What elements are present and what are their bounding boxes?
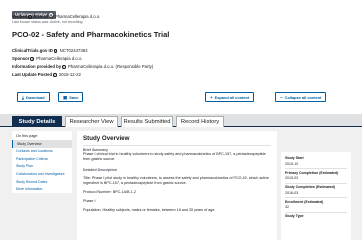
- fact-label-enrollment: Enrollment (Estimated): [285, 199, 324, 204]
- last-update-label: Last Update Posted: [12, 72, 53, 77]
- download-icon: ⤓: [22, 95, 24, 100]
- verified-label: Verified: [12, 14, 28, 19]
- sidenav-item-record-dates[interactable]: Study Record Dates: [12, 178, 72, 186]
- sidenav-header: On this page: [16, 134, 38, 138]
- tab-study-details[interactable]: Study Details: [12, 115, 62, 127]
- population-text: Population: Healthy subjects, males or f…: [83, 207, 216, 212]
- sponsor-label: Sponsor: [12, 56, 30, 61]
- fact-label-study-type: Study Type: [285, 214, 304, 218]
- sponsor-info-icon[interactable]: i: [30, 57, 35, 61]
- collapse-all-button[interactable]: − Collapse all content: [275, 92, 327, 102]
- sidenav-item-participation[interactable]: Participation Criteria: [12, 155, 72, 163]
- study-meta: ClinicalTrials.gov ID i NCT02447384 Spons…: [12, 47, 153, 79]
- fact-value-study-completion: 2016-03: [285, 190, 299, 195]
- fact-label-study-completion: Study Completion (Estimated): [285, 185, 335, 189]
- fact-label-primary-completion: Primary Completion (Estimated): [285, 170, 339, 175]
- last-update-info-icon[interactable]: i: [53, 73, 57, 77]
- nct-value: NCT02447384: [59, 48, 88, 53]
- toolbar: ⤓ Download ▣ Save + Expand all content − Col…: [12, 92, 352, 104]
- save-button[interactable]: ▣ Save: [58, 92, 84, 102]
- sidenav-item-more-info[interactable]: More Information: [12, 186, 72, 194]
- download-button[interactable]: ⤓ Download: [17, 92, 50, 102]
- tab-results-submitted[interactable]: Results Submitted: [121, 115, 173, 127]
- divider: [83, 145, 271, 146]
- expand-label: Expand all content: [214, 95, 250, 100]
- verified-line: Verified i 2015-10 by PharmaCellerapia d.…: [12, 14, 100, 19]
- info-provided-label: Information provided by: [12, 64, 62, 69]
- sidenav-item-study-plan[interactable]: Study Plan: [12, 163, 72, 171]
- divider: [285, 182, 347, 183]
- fact-value-study-start: 2015-10: [285, 161, 299, 166]
- download-label: Download: [26, 95, 45, 100]
- minus-icon: −: [280, 95, 283, 100]
- key-facts-panel: Study Start 2015-10 Primary Completion (…: [281, 152, 351, 240]
- collapse-label: Collapse all content: [284, 95, 322, 100]
- fact-value-enrollment: 42: [285, 205, 289, 209]
- info-provided-value: PharmaCellerapia d.o.o. (Responsible Par…: [67, 64, 154, 69]
- verified-info-icon[interactable]: i: [28, 15, 32, 19]
- study-overview-section: Study Overview Brief Summary Phase I cli…: [77, 131, 277, 240]
- sidenav: On this page Study Overview Contacts and…: [12, 131, 72, 194]
- tab-record-history[interactable]: Record History: [176, 115, 224, 127]
- sidenav-item-study-overview[interactable]: Study Overview: [12, 140, 72, 148]
- last-update-value: 2015-12-22: [58, 72, 81, 77]
- save-label: Save: [69, 95, 79, 100]
- section-heading: Study Overview: [83, 135, 130, 142]
- save-icon: ▣: [63, 95, 68, 100]
- tab-bar: Study Details Researcher View Results Su…: [0, 114, 362, 127]
- fact-label-study-start: Study Start: [285, 156, 304, 160]
- divider: [285, 168, 347, 169]
- sidenav-item-collaborators[interactable]: Collaborators and Investigators: [12, 170, 72, 178]
- detailed-title-text: Title: Phase I pilot study in healthy vo…: [83, 175, 269, 185]
- verified-by: by PharmaCellerapia d.o.o.: [49, 14, 101, 19]
- plus-icon: +: [210, 95, 213, 100]
- last-known-status: Last known status was: Active, not recru…: [12, 20, 83, 24]
- sponsor-value: PharmaCellerapia d.o.o.: [36, 56, 83, 61]
- meta-row-posted: Last Update Posted i 2015-12-22: [12, 71, 153, 79]
- divider: [285, 211, 347, 212]
- meta-row-info: Information provided by i PharmaCellerapi…: [12, 63, 153, 71]
- brief-summary-text: Phase I clinical trial in healthy volunt…: [83, 151, 266, 161]
- fact-value-primary-completion: 2015-02: [285, 176, 299, 180]
- sidenav-item-contacts[interactable]: Contacts and Locations: [12, 148, 72, 156]
- nct-label: ClinicalTrials.gov ID: [12, 48, 53, 53]
- meta-row-sponsor: Sponsor i PharmaCellerapia d.o.o.: [12, 55, 153, 63]
- info-provided-icon[interactable]: i: [62, 65, 66, 69]
- divider: [285, 197, 347, 198]
- page-title: PCO-02 - Safety and Pharmacokinetics Tri…: [12, 30, 170, 39]
- meta-row-nct: ClinicalTrials.gov ID i NCT02447384: [12, 47, 153, 55]
- tab-researcher-view[interactable]: Researcher View: [65, 115, 118, 127]
- expand-all-button[interactable]: + Expand all content: [205, 92, 255, 102]
- nct-info-icon[interactable]: i: [53, 49, 58, 53]
- verified-date: 2015-10: [32, 14, 49, 19]
